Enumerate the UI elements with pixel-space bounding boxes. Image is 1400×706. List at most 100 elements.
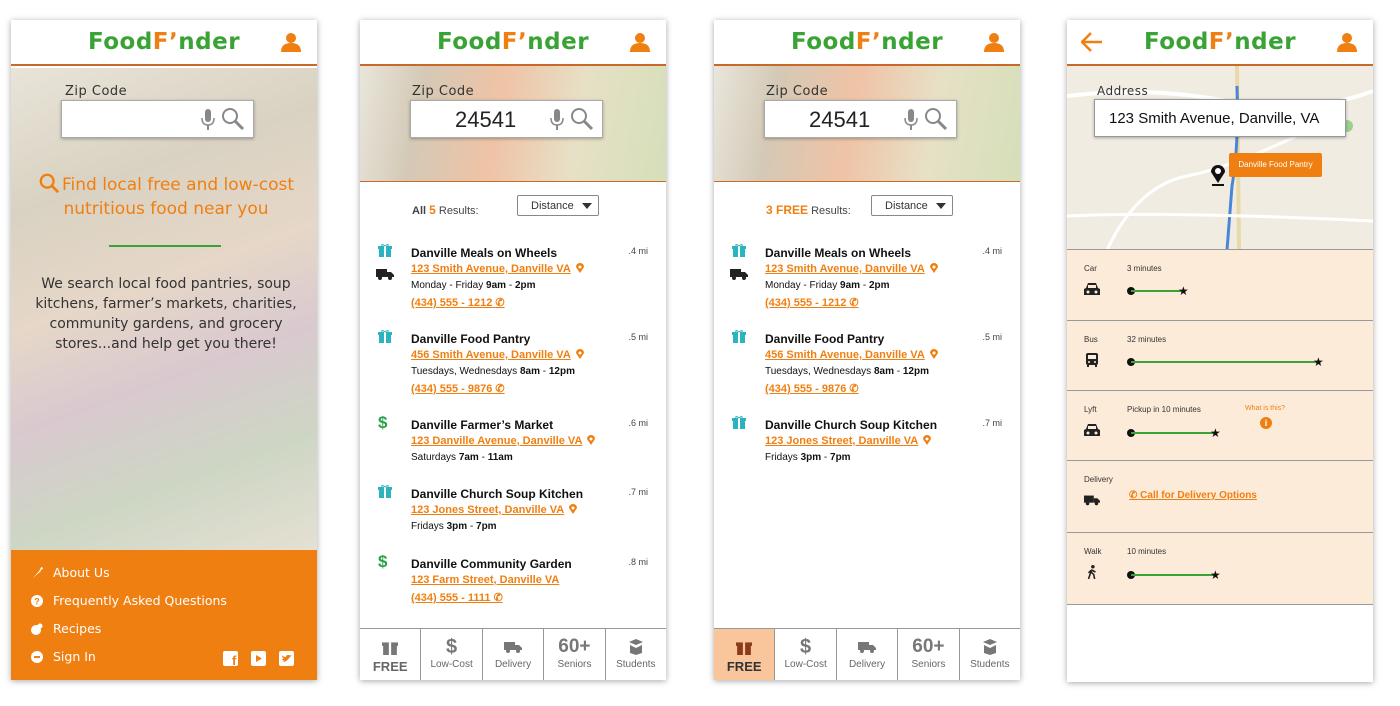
result-phone-link[interactable]: (434) 555 - 9876 ✆ <box>765 382 859 395</box>
transport-row-car[interactable]: Car 3 minutes ★ <box>1067 250 1373 321</box>
result-address-link[interactable]: 456 Smith Avenue, Danville VA <box>765 349 938 361</box>
search-icon[interactable] <box>570 107 594 131</box>
app-logo[interactable]: FoodFʼnder <box>714 29 1020 55</box>
car-icon <box>1084 283 1100 295</box>
tab-low-cost[interactable]: $ Low-Cost <box>775 629 837 680</box>
app-header: FoodFʼnder <box>11 20 317 66</box>
all-results-screen: FoodFʼnder Zip Code 24541 All 5 Results:… <box>360 20 666 680</box>
app-logo[interactable]: FoodFʼnder <box>11 29 317 55</box>
zip-label: Zip Code <box>412 84 475 99</box>
result-phone-link[interactable]: (434) 555 - 1111 ✆ <box>411 591 503 604</box>
intro-text: We search local food pantries, soup kitc… <box>35 276 297 352</box>
facebook-icon[interactable]: f <box>223 651 238 668</box>
zip-input[interactable]: 24541 <box>764 100 957 138</box>
results-bar: 3 FREE Results: Distance <box>714 182 1020 230</box>
twitter-icon[interactable] <box>279 651 294 666</box>
menu-item-signin[interactable]: Sign In <box>31 649 96 664</box>
carrot-icon: ʼ <box>1225 29 1235 55</box>
phone-icon: ✆ <box>495 297 505 309</box>
transport-row-bus[interactable]: Bus 32 minutes ★ <box>1067 321 1373 391</box>
directions-screen: FoodFʼnder Address 123 Smith Avenue, Dan… <box>1067 20 1373 682</box>
microphone-icon[interactable] <box>550 109 564 131</box>
user-icon[interactable] <box>281 32 301 52</box>
tab-students[interactable]: Students <box>606 629 666 680</box>
menu-item-recipes[interactable]: Recipes <box>31 621 101 636</box>
tab-free[interactable]: FREE <box>714 629 776 680</box>
destination-star: ★ <box>1178 284 1189 298</box>
result-address-link[interactable]: 123 Smith Avenue, Danville VA <box>765 263 938 275</box>
results-count: All 5 Results: <box>412 203 479 217</box>
tab-low-cost[interactable]: $ Low-Cost <box>421 629 483 680</box>
app-header: FoodFʼnder <box>360 20 666 66</box>
app-logo[interactable]: FoodFʼnder <box>360 29 666 55</box>
carrot-icon: ʼ <box>518 29 528 55</box>
travel-time-bar <box>1131 361 1319 363</box>
map-view[interactable]: Address 123 Smith Avenue, Danville, VA D… <box>1067 66 1373 250</box>
filter-tabs: FREE $ Low-Cost Delivery 60+ Seniors Stude… <box>360 628 666 680</box>
search-icon[interactable] <box>924 107 948 131</box>
result-distance: .7 mi <box>628 487 648 497</box>
free-results-screen: FoodFʼnder Zip Code 24541 3 FREE Results… <box>714 20 1020 680</box>
zip-input[interactable] <box>61 100 254 138</box>
phone-icon: ✆ <box>495 383 505 395</box>
search-icon[interactable] <box>221 107 245 131</box>
microphone-icon[interactable] <box>904 109 918 131</box>
tab-students[interactable]: Students <box>960 629 1020 680</box>
microphone-icon[interactable] <box>201 109 215 131</box>
tab-seniors[interactable]: 60+ Seniors <box>544 629 606 680</box>
phone-icon: ✆ <box>849 383 859 395</box>
lyft-help-link[interactable]: What is this? <box>1245 405 1285 412</box>
result-phone-link[interactable]: (434) 555 - 1212 ✆ <box>411 296 505 309</box>
carrot-icon <box>33 566 43 578</box>
zip-label: Zip Code <box>766 84 829 99</box>
zip-input[interactable]: 24541 <box>410 100 603 138</box>
user-icon[interactable] <box>984 32 1004 52</box>
user-icon[interactable] <box>630 32 650 52</box>
app-logo[interactable]: FoodFʼnder <box>1067 29 1373 55</box>
result-hours: Saturdays 7am - 11am <box>411 452 513 463</box>
filter-tabs: FREE $ Low-Cost Delivery 60+ Seniors Stude… <box>714 628 1020 680</box>
tagline: Find local free and low-cost nutritious … <box>23 172 309 221</box>
divider <box>109 245 221 247</box>
user-icon[interactable] <box>1337 32 1357 52</box>
sort-select[interactable]: Distance <box>871 195 953 216</box>
result-address-link[interactable]: 123 Smith Avenue, Danville VA <box>411 263 584 275</box>
location-pin-icon <box>929 263 938 273</box>
destination-star: ★ <box>1313 355 1324 369</box>
tab-free[interactable]: FREE <box>360 629 422 680</box>
result-name: Danville Food Pantry <box>411 332 531 346</box>
result-address-link[interactable]: 123 Jones Street, Danville VA <box>765 435 932 447</box>
menu-item-about[interactable]: About Us <box>31 565 110 580</box>
result-name: Danville Church Soup Kitchen <box>765 418 938 432</box>
address-input[interactable]: 123 Smith Avenue, Danville, VA <box>1094 99 1346 137</box>
location-pin-icon <box>929 349 938 359</box>
result-phone-link[interactable]: (434) 555 - 9876 ✆ <box>411 382 505 395</box>
results-count: 3 FREE Results: <box>766 203 851 217</box>
destination-star: ★ <box>1210 426 1221 440</box>
truck-icon <box>504 642 523 653</box>
result-address-link[interactable]: 123 Danville Avenue, Danville VA <box>411 435 596 447</box>
transport-row-delivery[interactable]: Delivery ✆ Call for Delivery Options <box>1067 461 1373 533</box>
location-pin-icon <box>587 435 596 445</box>
gift-icon <box>378 330 392 343</box>
tab-delivery[interactable]: Delivery <box>837 629 899 680</box>
result-phone-link[interactable]: (434) 555 - 1212 ✆ <box>765 296 859 309</box>
location-pin-icon[interactable] <box>1210 163 1226 187</box>
info-icon[interactable]: i <box>1260 417 1272 429</box>
result-address-link[interactable]: 456 Smith Avenue, Danville VA <box>411 349 584 361</box>
tab-delivery[interactable]: Delivery <box>483 629 545 680</box>
result-name: Danville Church Soup Kitchen <box>411 487 584 501</box>
sort-select[interactable]: Distance <box>517 195 599 216</box>
call-delivery-link[interactable]: ✆ Call for Delivery Options <box>1129 490 1257 501</box>
transport-row-walk[interactable]: Walk 10 minutes ★ <box>1067 533 1373 605</box>
transport-row-lyft[interactable]: Lyft Pickup in 10 minutes What is this? … <box>1067 391 1373 461</box>
tab-seniors[interactable]: 60+ Seniors <box>898 629 960 680</box>
result-hours: Tuesdays, Wednesdays 8am - 12pm <box>411 366 575 377</box>
map-location-tag[interactable]: Danville Food Pantry <box>1229 153 1322 177</box>
result-address-link[interactable]: 123 Farm Street, Danville VA <box>411 574 559 586</box>
youtube-icon[interactable] <box>251 651 266 666</box>
menu-item-faq[interactable]: ? Frequently Asked Questions <box>31 593 227 608</box>
result-name: Danville Food Pantry <box>765 332 885 346</box>
result-address-link[interactable]: 123 Jones Street, Danville VA <box>411 504 578 516</box>
result-distance: .7 mi <box>982 418 1002 428</box>
